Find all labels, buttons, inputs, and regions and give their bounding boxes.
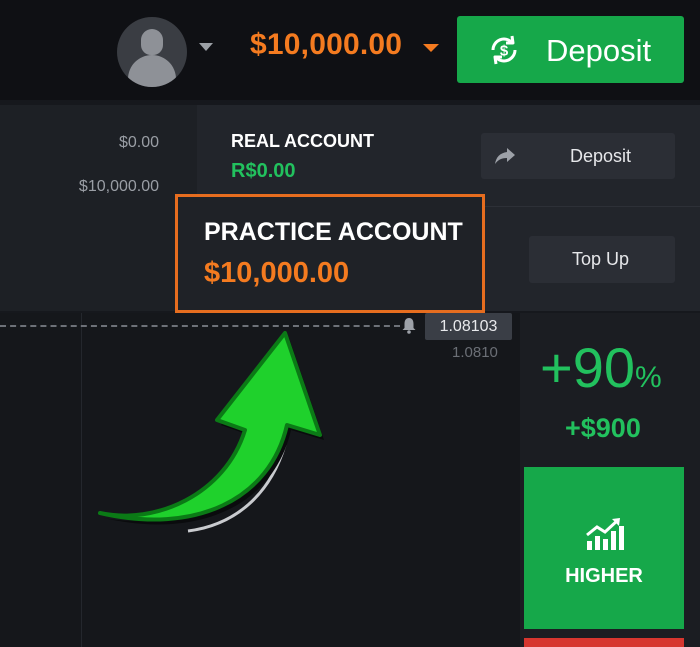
payout-percent-sign: % bbox=[635, 361, 662, 394]
price-axis-label: 1.0810 bbox=[452, 344, 498, 361]
payout-percent: +90% bbox=[540, 335, 662, 400]
top-up-label: Top Up bbox=[572, 249, 630, 269]
top-up-button[interactable]: Top Up bbox=[529, 236, 675, 283]
user-avatar-icon[interactable] bbox=[117, 17, 187, 87]
summary-value-2: $10,000.00 bbox=[78, 178, 159, 195]
chart-grid-line bbox=[81, 313, 82, 647]
green-arrow-icon bbox=[98, 331, 324, 533]
balance-chevron-down-icon[interactable] bbox=[423, 44, 439, 52]
practice-account-option[interactable]: PRACTICE ACCOUNT $10,000.00 bbox=[175, 194, 485, 313]
real-account-balance: R$0.00 bbox=[231, 160, 296, 182]
account-balance[interactable]: $10,000.00 bbox=[250, 28, 402, 62]
practice-account-balance: $10,000.00 bbox=[204, 257, 350, 289]
practice-account-title: PRACTICE ACCOUNT bbox=[204, 218, 463, 246]
potential-profit: +$900 bbox=[565, 413, 641, 443]
real-deposit-button[interactable]: Deposit bbox=[481, 133, 675, 179]
svg-text:$: $ bbox=[500, 43, 509, 60]
trading-screen: $10,000.00 $ Deposit $0.00 $10,000.00 RE… bbox=[0, 0, 700, 647]
higher-button-label: HIGHER bbox=[565, 565, 643, 587]
higher-button[interactable]: HIGHER bbox=[524, 467, 684, 629]
deposit-button-label: Deposit bbox=[546, 33, 652, 68]
bell-icon[interactable] bbox=[400, 316, 418, 334]
summary-value-1: $0.00 bbox=[118, 134, 159, 151]
currency-exchange-icon: $ bbox=[491, 35, 517, 65]
chevron-down-icon[interactable] bbox=[199, 43, 213, 51]
balance-summary-column bbox=[0, 105, 197, 311]
chart-up-icon bbox=[586, 518, 624, 550]
share-arrow-icon bbox=[495, 148, 515, 164]
deposit-button[interactable]: $ Deposit bbox=[457, 16, 684, 83]
real-deposit-label: Deposit bbox=[570, 145, 632, 166]
current-price-tag: 1.08103 bbox=[425, 313, 512, 340]
lower-button[interactable] bbox=[524, 638, 684, 647]
real-account-title[interactable]: REAL ACCOUNT bbox=[231, 131, 374, 152]
payout-value: +90 bbox=[540, 336, 635, 399]
top-bar: $10,000.00 $ Deposit bbox=[0, 0, 700, 100]
